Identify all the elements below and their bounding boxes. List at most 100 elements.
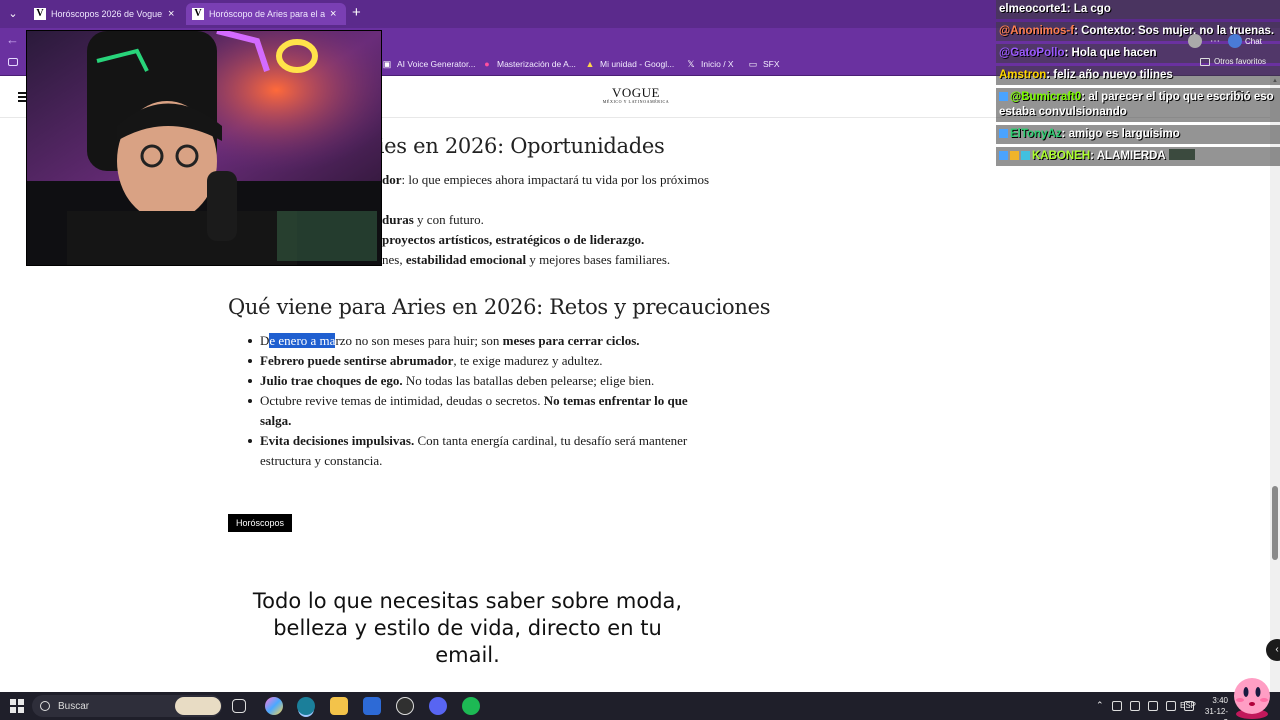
tab-horoscopos-2026[interactable]: V Horóscopos 2026 de Vogue: Las p × (28, 3, 184, 25)
bookmark-icon: ● (484, 59, 490, 69)
browser-profile-area: ⋯ Chat (1188, 34, 1262, 48)
tab-horoscopo-aries[interactable]: V Horóscopo de Aries para el año 2( × (186, 3, 346, 25)
game-badge-icon (1021, 151, 1030, 160)
newsletter-title: Todo lo que necesitas saber sobre moda, … (252, 589, 683, 667)
bold-text: duras (382, 212, 414, 227)
list-item: Julio trae choques de ego. No todas las … (228, 371, 698, 391)
logo-subtitle: MÉXICO Y LATINOAMÉRICA (602, 99, 670, 104)
text: y mejores bases familiares. (526, 252, 671, 267)
search-icon (40, 701, 50, 711)
camera-icon[interactable] (1129, 700, 1140, 711)
close-icon[interactable]: × (168, 8, 178, 20)
bookmark-icon: ▣ (382, 59, 392, 69)
more-options-icon[interactable]: ⋯ (1210, 36, 1220, 47)
close-icon[interactable]: × (330, 8, 340, 20)
vogue-favicon-icon: V (192, 8, 204, 20)
tab-list-chevron-icon[interactable]: ⌄ (4, 5, 22, 23)
list-item: Evita decisiones impulsivas. Con tanta e… (228, 431, 698, 471)
volume-icon[interactable] (1165, 700, 1176, 711)
chat-button-label: Chat (1245, 36, 1262, 46)
windows-taskbar: Buscar ⌃ ESP 3:40 31-12-2 (0, 692, 1280, 720)
x-logo-icon: 𝕏 (687, 59, 695, 69)
chat-message: ElTonyAz: amigo es larguisimo (996, 125, 1280, 144)
kirby-sticker-image (1234, 678, 1270, 719)
webcam-overlay (26, 30, 382, 266)
chat-message: KABONEH: ALAMIERDA (996, 147, 1280, 166)
system-tray: ⌃ (1096, 700, 1194, 711)
window-icon (8, 58, 18, 66)
user-badge-icon (999, 129, 1008, 138)
user-badge-icon (999, 151, 1008, 160)
bookmark-label: Inicio / X (701, 59, 734, 69)
tab-title: Horóscopo de Aries para el año 2( (209, 9, 325, 19)
new-tab-button[interactable]: + (352, 4, 361, 21)
spotify-icon[interactable] (462, 697, 480, 715)
list-item: Octubre revive temas de intimidad, deuda… (228, 391, 698, 431)
text: , te exige madurez y adultez. (453, 353, 603, 368)
edge-browser-icon[interactable] (297, 697, 315, 715)
back-arrow-icon[interactable]: ← (6, 32, 19, 47)
chat-message: Amstron: feliz año nuevo tilines (996, 66, 1280, 85)
bold-text: Evita decisiones impulsivas. (260, 433, 415, 448)
other-bookmarks-label: Otros favoritos (1214, 57, 1267, 66)
text: : lo que empieces ahora impactará tu vid… (401, 172, 710, 187)
chat-text: : La cgo (1066, 3, 1111, 15)
list-item: Febrero puede sentirse abrumador, te exi… (228, 351, 698, 371)
bold-text: proyectos artísticos, estratégicos o de … (382, 232, 645, 247)
bookmark-ai-voice[interactable]: ▣ AI Voice Generator... (382, 57, 476, 71)
file-explorer-icon[interactable] (330, 697, 348, 715)
text: rzo no son meses para huir; son (335, 333, 503, 348)
bold-text: meses para cerrar ciclos. (502, 333, 640, 348)
network-icon[interactable] (1147, 700, 1158, 711)
bookmark-label: SFX (763, 59, 780, 69)
chat-message: @Bumicraft0: al parecer el tipo que escr… (996, 88, 1280, 122)
language-indicator[interactable]: ESP (1180, 701, 1196, 710)
screen: ⌄ V Horóscopos 2026 de Vogue: Las p × V … (0, 0, 1280, 720)
discord-icon[interactable] (429, 697, 447, 715)
microsoft-store-icon[interactable] (363, 697, 381, 715)
text: Octubre revive temas de intimidad, deuda… (260, 393, 544, 408)
copilot-icon[interactable] (265, 697, 283, 715)
bookmark-label: Masterización de A... (497, 59, 576, 69)
bold-text: Julio trae choques de ego. (260, 373, 403, 388)
chat-message: elmeocorte1: La cgo (996, 0, 1280, 19)
folder-icon (1200, 57, 1210, 66)
scrollbar-thumb[interactable] (1272, 486, 1278, 560)
clock-date: 31-12-2 (1204, 707, 1228, 720)
text: y con futuro. (413, 212, 484, 227)
tray-chevron-icon[interactable]: ⌃ (1096, 700, 1104, 711)
page-scrollbar[interactable]: ▲ (1270, 76, 1280, 692)
copilot-icon (1228, 34, 1242, 48)
bookmark-sfx[interactable]: ▭ SFX (748, 57, 780, 71)
drive-icon: ▲ (585, 59, 595, 69)
search-placeholder: Buscar (58, 700, 90, 712)
bookmark-google-drive[interactable]: ▲ Mi unidad - Googl... (585, 57, 675, 71)
clock-time: 3:40 (1212, 696, 1228, 705)
chat-nick: @Bumicraft0 (1010, 91, 1082, 103)
bookmark-label: Mi unidad - Googl... (600, 59, 675, 69)
obs-icon[interactable] (396, 697, 414, 715)
paragraph: dor: lo que empieces ahora impactará tu … (382, 172, 709, 188)
list-item: De enero a marzo no son meses para huir;… (228, 331, 698, 351)
windows-start-icon[interactable] (10, 699, 24, 713)
tag-horoscopos[interactable]: Horóscopos (228, 514, 293, 532)
taskbar-clock[interactable]: 3:40 31-12-2 (1202, 695, 1228, 720)
bookmark-x[interactable]: 𝕏 Inicio / X (686, 57, 734, 71)
paragraph: proyectos artísticos, estratégicos o de … (382, 232, 644, 248)
vogue-logo[interactable]: VOGUE MÉXICO Y LATINOAMÉRICA (596, 86, 676, 104)
bold-text: Febrero puede sentirse abrumador (260, 353, 454, 368)
text: D (260, 333, 270, 348)
text: No todas las batallas deben pelearse; el… (402, 373, 655, 388)
microphone-icon[interactable] (1111, 700, 1122, 711)
selected-text[interactable]: e enero a ma (269, 333, 336, 348)
chat-text: : ALAMIERDA (1090, 150, 1166, 162)
copilot-chat-button[interactable]: Chat (1228, 34, 1262, 48)
profile-avatar-icon[interactable] (1188, 34, 1202, 48)
task-view-icon[interactable] (232, 699, 246, 713)
logo-wordmark: VOGUE (612, 85, 660, 100)
bold-text: dor (382, 172, 402, 187)
chat-nick: KABONEH (1032, 150, 1091, 162)
bookmark-masterizacion[interactable]: ● Masterización de A... (482, 57, 576, 71)
other-bookmarks[interactable]: Otros favoritos (1200, 57, 1266, 66)
chat-nick: @Anonimos-f (999, 25, 1075, 37)
